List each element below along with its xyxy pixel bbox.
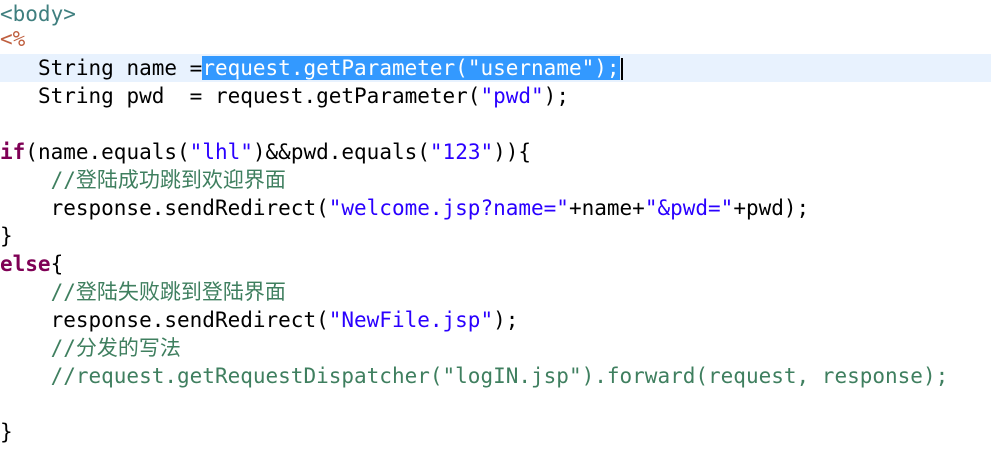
string-literal: "lhl"	[189, 140, 253, 164]
code-comment: //登陆失败跳到登陆界面	[50, 280, 286, 304]
code-line-10[interactable]: else{	[0, 250, 991, 278]
code-comment: //request.getRequestDispatcher("logIN.js…	[50, 364, 949, 388]
code-line-9[interactable]: }	[0, 222, 991, 250]
string-literal: "pwd"	[480, 84, 544, 108]
html-tag: <body>	[0, 2, 76, 26]
closing-brace: }	[0, 420, 13, 444]
string-literal: "123"	[429, 140, 494, 164]
code-comment: //分发的写法	[50, 336, 181, 360]
code-line-2[interactable]: <%	[0, 25, 991, 53]
string-literal: "&pwd="	[644, 196, 734, 220]
code-comment: //登陆成功跳到欢迎界面	[50, 168, 286, 192]
code-text: response.sendRedirect(	[50, 196, 329, 220]
code-editor[interactable]: <body> <% String name =request.getParame…	[0, 0, 991, 449]
code-line-11[interactable]: //登陆失败跳到登陆界面	[0, 278, 991, 306]
code-line-3[interactable]: String name =request.getParameter("usern…	[0, 54, 991, 82]
code-line-1[interactable]: <body>	[0, 0, 991, 28]
declaration-text: String pwd = request.getParameter(	[37, 84, 481, 108]
code-line-12[interactable]: response.sendRedirect("NewFile.jsp");	[0, 306, 991, 334]
code-text: );	[493, 308, 519, 332]
code-text: +pwd);	[733, 196, 810, 220]
code-line-4[interactable]: String pwd = request.getParameter("pwd")…	[0, 82, 991, 110]
code-line-8[interactable]: response.sendRedirect("welcome.jsp?name=…	[0, 194, 991, 222]
string-literal: "NewFile.jsp"	[328, 308, 494, 332]
code-line-7[interactable]: //登陆成功跳到欢迎界面	[0, 166, 991, 194]
code-text: )&&pwd.equals(	[252, 140, 430, 164]
keyword-if: if	[0, 140, 26, 164]
string-literal: "welcome.jsp?name="	[328, 196, 569, 220]
opening-brace: {	[50, 252, 64, 276]
selected-text[interactable]: request.getParameter("username");	[202, 56, 620, 80]
code-text: response.sendRedirect(	[50, 308, 329, 332]
text-caret	[620, 58, 623, 80]
code-text: );	[543, 84, 569, 108]
code-line-16[interactable]: }	[0, 418, 991, 446]
closing-brace: }	[0, 224, 13, 248]
code-text: (name.equals(	[25, 140, 190, 164]
keyword-else: else	[0, 252, 51, 276]
code-line-14[interactable]: //request.getRequestDispatcher("logIN.js…	[0, 362, 991, 390]
declaration-text: String name =	[37, 56, 203, 80]
code-line-13[interactable]: //分发的写法	[0, 334, 991, 362]
code-text: )){	[493, 140, 532, 164]
code-text: +name+	[568, 196, 645, 220]
code-line-6[interactable]: if(name.equals("lhl")&&pwd.equals("123")…	[0, 138, 991, 166]
jsp-scriptlet-open: <%	[0, 27, 26, 51]
